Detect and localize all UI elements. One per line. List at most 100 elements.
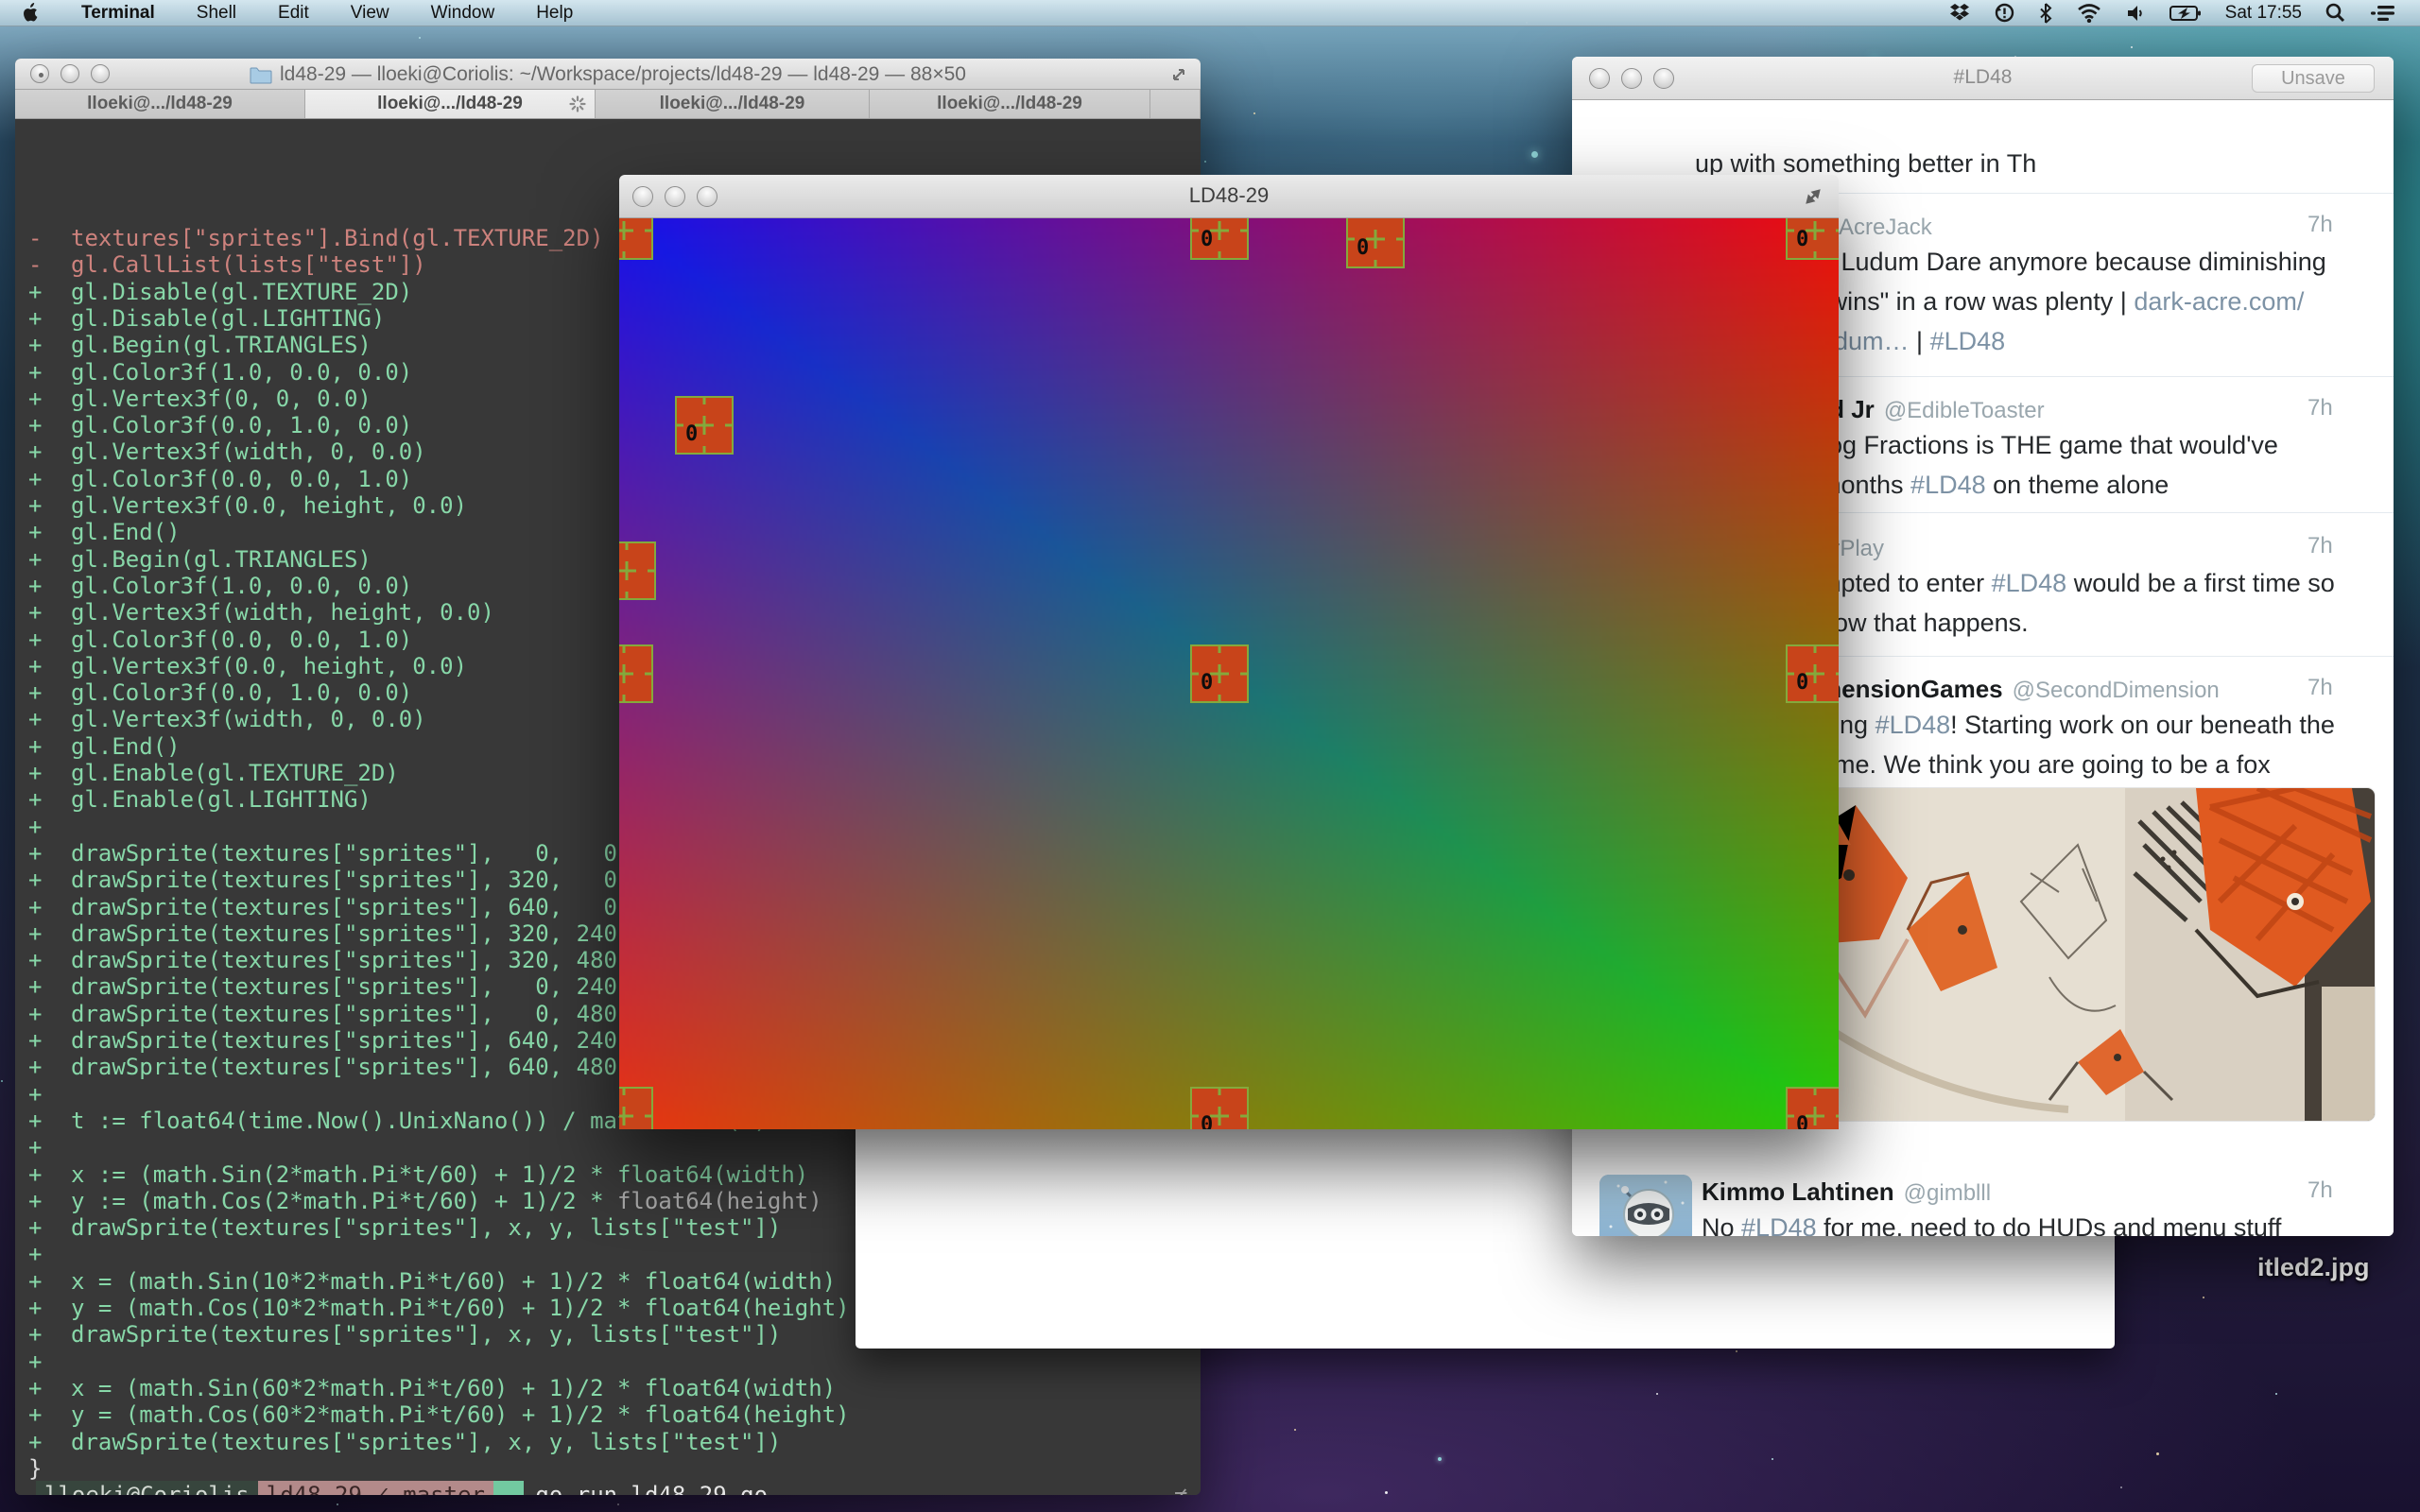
star: [1772, 1458, 1773, 1460]
diff-code: gl.Color3f(0.0, 0.0, 1.0): [71, 466, 412, 492]
star: [2203, 1297, 2204, 1298]
diff-code: gl.Begin(gl.TRIANGLES): [71, 546, 372, 573]
tweet-author-handle[interactable]: @gimblll: [1904, 1180, 1991, 1206]
spotlight-icon[interactable]: [2313, 0, 2358, 26]
diff-marker: +: [28, 1321, 71, 1348]
diff-code: gl.End(): [71, 733, 181, 760]
star: [1656, 1393, 1658, 1395]
prompt-right-symbol: ≠: [1174, 1482, 1187, 1495]
diff-marker: +: [28, 947, 71, 973]
diff-marker: +: [28, 814, 71, 840]
battery-icon[interactable]: [2157, 0, 2214, 26]
gl-titlebar[interactable]: LD48-29: [619, 175, 1839, 218]
diff-marker: +: [28, 1268, 71, 1295]
tweet-link[interactable]: #LD48: [1930, 327, 2006, 355]
unsave-button[interactable]: Unsave: [2252, 64, 2375, 93]
svg-text:0: 0: [1201, 1113, 1213, 1129]
tweet-text: would be a first time so: [2066, 569, 2335, 597]
svg-text:0: 0: [685, 422, 698, 446]
diff-marker: +: [28, 1081, 71, 1108]
tweet-avatar-robot[interactable]: [1599, 1175, 1692, 1236]
resize-icon[interactable]: [1170, 66, 1187, 88]
volume-icon[interactable]: [2114, 0, 2157, 26]
diff-marker: +: [28, 1054, 71, 1080]
apple-menu[interactable]: [0, 0, 59, 26]
diff-marker: +: [28, 786, 71, 813]
diff-marker: +: [28, 1349, 71, 1375]
dropbox-icon[interactable]: [1937, 0, 1982, 26]
terminal-tab[interactable]: [1150, 90, 1201, 118]
diff-code-unchanged: float64(height): [617, 1188, 822, 1214]
tweet-link[interactable]: #LD48: [1910, 471, 1986, 499]
app-menu-terminal[interactable]: Terminal: [59, 0, 176, 26]
tweet-author-handle[interactable]: @EdibleToaster: [1884, 398, 2045, 423]
diff-code: gl.Vertex3f(0.0, height, 0.0): [71, 492, 467, 519]
tweet-author-name[interactable]: Kimmo Lahtinen: [1702, 1177, 1894, 1206]
tweet-timestamp: 7h: [2308, 395, 2333, 421]
diff-code: gl.Color3f(0.0, 1.0, 0.0): [71, 412, 412, 438]
diff-marker: +: [28, 386, 71, 412]
diff-marker: }: [28, 1455, 71, 1482]
sync-alert-icon[interactable]: [1982, 0, 2027, 26]
terminal-tab[interactable]: lloeki@.../ld48-29: [15, 90, 305, 118]
wifi-icon[interactable]: [2065, 0, 2114, 26]
diff-marker: +: [28, 653, 71, 679]
diff-marker: +: [28, 1295, 71, 1321]
tweet-text: ! Starting work on our beneath the: [1950, 711, 2335, 739]
tweet-header: Kimmo Lahtinen @gimblll: [1702, 1177, 1991, 1207]
tweet-photo-fox-sketches[interactable]: [1766, 788, 2375, 1121]
prompt-command[interactable]: go run ld48-29.go: [524, 1481, 776, 1495]
tweet-text: "wins" in a row was plenty |: [1820, 287, 2134, 316]
star: [1204, 161, 1206, 163]
tweet-text-line: how that happens.: [1820, 609, 2029, 638]
terminal-tab[interactable]: lloeki@.../ld48-29: [596, 90, 870, 118]
diff-marker: +: [28, 1108, 71, 1134]
tweet-link[interactable]: #LD48: [1741, 1213, 1817, 1236]
tweet-author-name[interactable]: mensionGames: [1820, 675, 2003, 703]
gl-sprite: 0: [1786, 218, 1839, 260]
svg-text:0: 0: [1796, 228, 1808, 251]
diff-code: y = (math.Cos(60*2*math.Pi*t/60) + 1)/2 …: [71, 1401, 850, 1428]
resize-icon[interactable]: [1803, 186, 1824, 212]
bluetooth-icon[interactable]: [2027, 0, 2065, 26]
diff-marker: -: [28, 225, 71, 251]
svg-text:0: 0: [619, 568, 620, 592]
menu-edit[interactable]: Edit: [257, 0, 330, 26]
terminal-titlebar[interactable]: ld48-29 — lloeki@Coriolis: ~/Workspace/p…: [15, 59, 1201, 90]
diff-marker: +: [28, 279, 71, 305]
twitter-titlebar[interactable]: #LD48 Unsave: [1572, 57, 2394, 100]
diff-code: gl.Color3f(1.0, 0.0, 0.0): [71, 359, 412, 386]
diff-marker: +: [28, 359, 71, 386]
menu-shell[interactable]: Shell: [176, 0, 257, 26]
menu-clock[interactable]: Sat 17:55: [2214, 0, 2313, 26]
tab-busy-spinner-icon: [568, 94, 587, 119]
gl-sprite: 0: [675, 396, 734, 455]
svg-text:0: 0: [1357, 236, 1369, 260]
diff-marker: +: [28, 305, 71, 332]
diff-code: drawSprite(textures["sprites"], x, y, li…: [71, 1214, 781, 1241]
terminal-tab[interactable]: lloeki@.../ld48-29: [305, 90, 596, 118]
diff-marker: +: [28, 973, 71, 1000]
notification-center-icon[interactable]: [2358, 0, 2407, 26]
gl-sprite: 0: [619, 218, 653, 260]
menu-window[interactable]: Window: [410, 0, 516, 26]
tweet-text: for me, need to do HUDs and menu stuff: [1817, 1213, 2282, 1236]
star: [2156, 1452, 2159, 1455]
desktop-file-label[interactable]: itled2.jpg: [2257, 1253, 2370, 1282]
menu-help[interactable]: Help: [515, 0, 594, 26]
tweet-text-line: "wins" in a row was plenty | dark-acre.c…: [1820, 287, 2304, 317]
diff-marker: +: [28, 627, 71, 653]
tweet-link[interactable]: #LD48: [1992, 569, 2067, 597]
diff-code: gl.Color3f(0.0, 0.0, 1.0): [71, 627, 412, 653]
diff-marker: +: [28, 1401, 71, 1428]
diff-marker: +: [28, 492, 71, 519]
diff-code: gl.Disable(gl.TEXTURE_2D): [71, 279, 412, 305]
diff-marker: +: [28, 1241, 71, 1267]
tweet-author-handle[interactable]: @SecondDimension: [2013, 678, 2220, 703]
menu-view[interactable]: View: [330, 0, 410, 26]
tweet-link[interactable]: dark-acre.com/: [2134, 287, 2304, 316]
tweet-link[interactable]: #LD48: [1876, 711, 1951, 739]
tweet-text: mpted to enter: [1820, 569, 1992, 597]
diff-code: gl.Vertex3f(width, 0, 0.0): [71, 706, 426, 732]
terminal-tab[interactable]: lloeki@.../ld48-29: [870, 90, 1150, 118]
